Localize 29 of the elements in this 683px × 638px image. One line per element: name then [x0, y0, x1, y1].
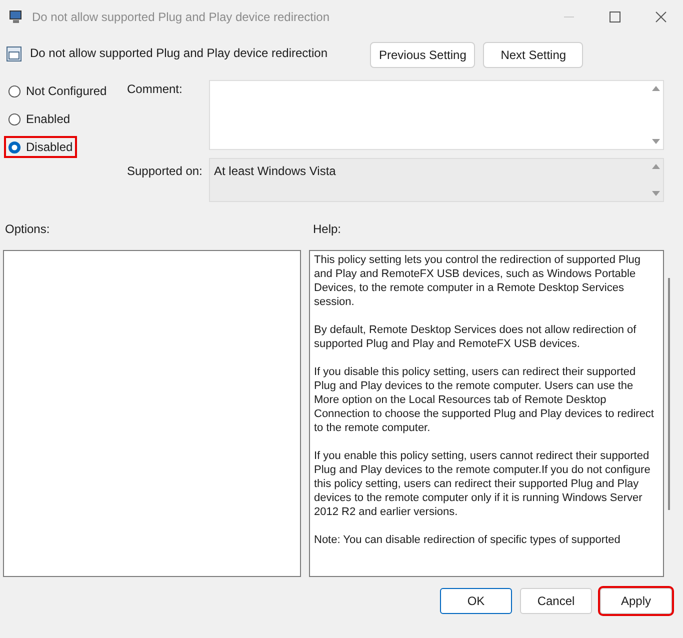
- help-paragraph: This policy setting lets you control the redirection of supported Plug and Play and RemoteFX USB devices, such as Windows Portable Devices, to the remote computer in a Remote Desktop Services session.: [314, 253, 642, 309]
- dialog-button[interactable]: Apply: [600, 588, 672, 614]
- radio-icon[interactable]: [8, 140, 21, 154]
- help-paragraph: By default, Remote Desktop Services does not allow redirection of supported Plug and Play and RemoteFX USB devices.: [314, 323, 638, 351]
- maximize-icon[interactable]: [609, 11, 621, 23]
- dialog-button[interactable]: Cancel: [520, 588, 592, 614]
- radio-icon[interactable]: [8, 84, 21, 98]
- help-paragraph: If you enable this policy setting, users cannot redirect their supported Plug and Play devices to the remote computer.If you do not configure this policy setting, users can redirect their supported Plug and Play devices to the remote computer only if it is running Windows Server 2012 R2 and earlier versions.: [314, 449, 652, 519]
- computer-icon: [8, 9, 24, 25]
- radio-icon[interactable]: [8, 112, 21, 126]
- radio-option[interactable]: Enabled: [4, 108, 74, 130]
- supported-on-label: Supported on:: [126, 163, 204, 180]
- supported-on-value: At least Windows Vista: [213, 163, 337, 180]
- dialog-button[interactable]: OK: [440, 588, 512, 614]
- help-paragraph: Note: You can disable redirection of specific types of supported: [314, 533, 622, 547]
- setting-title: Do not allow supported Plug and Play device redirection: [30, 45, 329, 62]
- policy-icon: [6, 46, 22, 62]
- help-paragraph: If you disable this policy setting, users can redirect their supported Plug and Play devices to the remote computer. Users can use the More option on the Local Resources tab of Remote Desktop Connection to choose the supported Plug and Play devices to redirect to the remote computer.: [314, 365, 655, 435]
- radio-option[interactable]: Not Configured: [4, 80, 111, 102]
- comment-field[interactable]: [209, 80, 664, 150]
- nav-button[interactable]: Next Setting: [483, 42, 584, 68]
- scrollbar-thumb[interactable]: [668, 278, 670, 510]
- window-title: Do not allow supported Plug and Play device redirection: [32, 9, 330, 26]
- radio-option[interactable]: Disabled: [4, 136, 77, 158]
- comment-label: Comment:: [126, 81, 184, 98]
- close-icon[interactable]: [655, 11, 667, 23]
- nav-button[interactable]: Previous Setting: [370, 42, 476, 68]
- options-label: Options:: [4, 221, 51, 236]
- help-label: Help:: [313, 221, 342, 236]
